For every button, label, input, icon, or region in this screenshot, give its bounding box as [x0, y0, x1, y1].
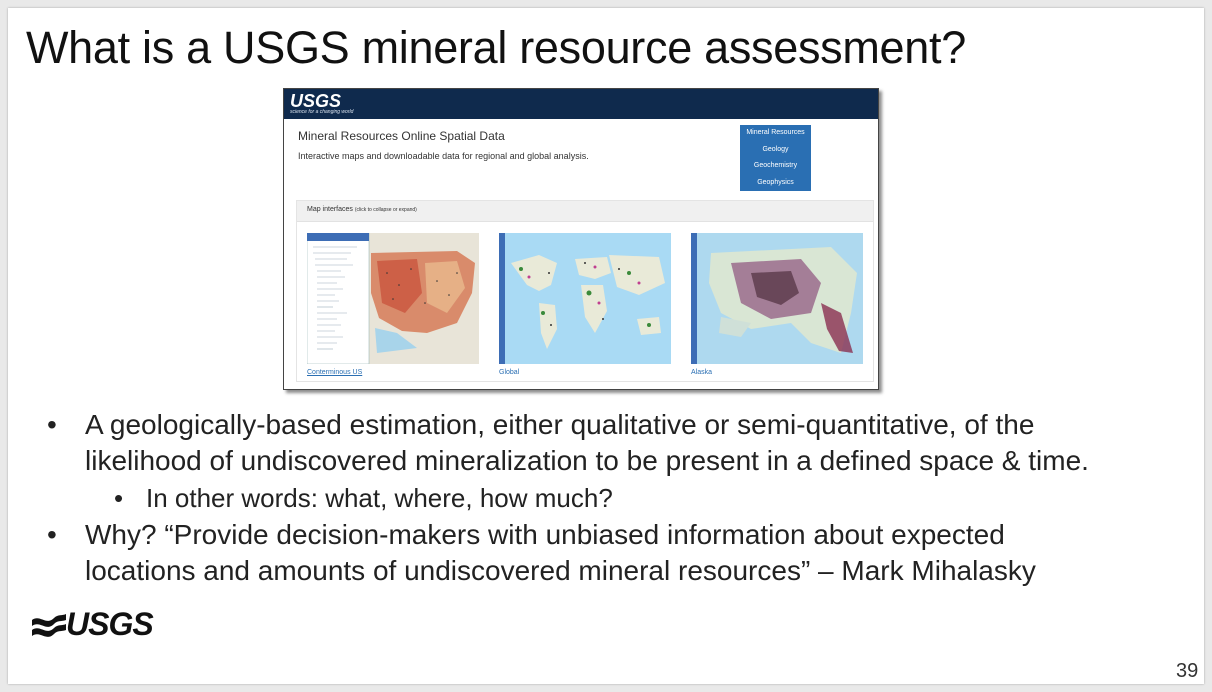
nav-item-geochemistry[interactable]: Geochemistry	[740, 158, 811, 175]
global-link[interactable]: Global	[499, 369, 519, 376]
site-subtitle: Interactive maps and downloadable data f…	[298, 151, 589, 161]
alaska-link[interactable]: Alaska	[691, 369, 712, 376]
slide-title: What is a USGS mineral resource assessme…	[26, 22, 966, 73]
site-title: Mineral Resources Online Spatial Data	[298, 129, 505, 143]
map-interfaces-header[interactable]: Map interfaces (click to collapse or exp…	[297, 201, 873, 222]
map-interfaces-panel: Map interfaces (click to collapse or exp…	[296, 200, 874, 382]
mrdata-website-screenshot: USGS science for a changing world Minera…	[283, 88, 879, 390]
site-header: USGS science for a changing world	[284, 89, 878, 119]
sub-bullet-dot: •	[114, 483, 124, 513]
nav-item-geophysics[interactable]: Geophysics	[740, 175, 811, 192]
bullet-1-line-1: • A geologically-based estimation, eithe…	[47, 409, 1035, 440]
global-map-thumbnail[interactable]	[499, 233, 671, 364]
map-interfaces-title: Map interfaces	[307, 206, 353, 213]
usgs-logo: USGS	[32, 606, 154, 645]
sub-bullet-1: • In other words: what, where, how much?	[114, 483, 613, 513]
slide: What is a USGS mineral resource assessme…	[8, 8, 1204, 684]
bullet-1-line-2: likelihood of undiscovered mineralizatio…	[85, 445, 1089, 476]
site-nav: Mineral Resources Geology Geochemistry G…	[740, 125, 811, 191]
alaska-map-thumbnail[interactable]	[691, 233, 863, 364]
map-interfaces-hint: (click to collapse or expand)	[354, 207, 417, 213]
bullet-dot: •	[47, 519, 57, 550]
conterminous-us-link[interactable]: Conterminous US	[307, 369, 362, 376]
site-usgs-tagline: science for a changing world	[290, 109, 354, 115]
bullet-2-line-1: • Why? “Provide decision-makers with unb…	[47, 519, 1005, 550]
usgs-logo-text: USGS	[66, 606, 154, 642]
conterminous-us-map-thumbnail[interactable]	[307, 233, 479, 364]
nav-item-mineral-resources[interactable]: Mineral Resources	[740, 125, 811, 142]
page-number: 39	[1176, 660, 1199, 682]
bullet-2-line-2: locations and amounts of undiscovered mi…	[85, 555, 1036, 586]
bullet-dot: •	[47, 409, 57, 440]
nav-item-geology[interactable]: Geology	[740, 142, 811, 159]
usgs-wave-icon	[32, 614, 66, 637]
